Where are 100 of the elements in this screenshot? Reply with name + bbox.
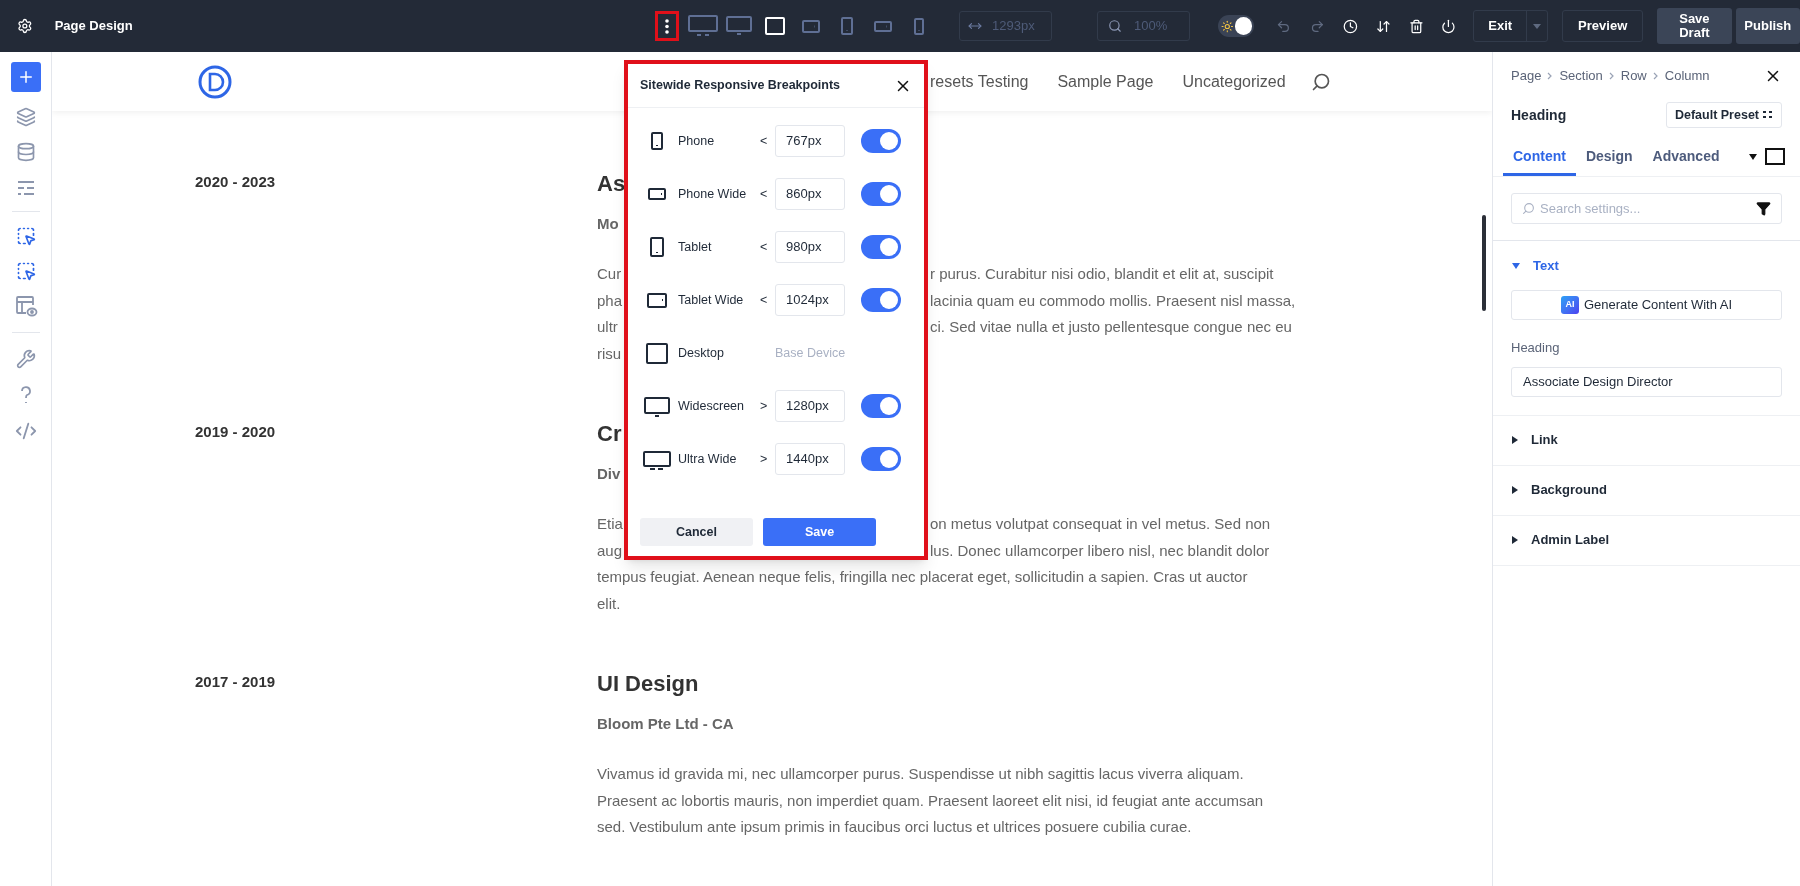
section-header[interactable]: Link bbox=[1511, 415, 1558, 465]
company-name: Mo bbox=[597, 214, 619, 234]
settings-icon[interactable] bbox=[17, 17, 33, 35]
toggle-switch[interactable] bbox=[861, 235, 901, 259]
code-icon[interactable] bbox=[14, 420, 37, 442]
section-header[interactable]: Text bbox=[1511, 241, 1559, 290]
add-button[interactable] bbox=[10, 62, 41, 92]
toggle-switch[interactable] bbox=[861, 182, 901, 206]
panel-tab[interactable]: Advanced bbox=[1642, 140, 1730, 176]
caret-down-icon bbox=[1511, 261, 1521, 270]
caret-right-icon bbox=[1511, 435, 1519, 445]
paragraph-fragment: on metus volutpat consequat in vel metus. Sed non bbox=[930, 514, 1271, 534]
comparison-sign: < bbox=[760, 291, 769, 309]
toggle-switch[interactable] bbox=[861, 394, 901, 418]
preview-button[interactable]: Preview bbox=[1562, 10, 1644, 42]
search-icon bbox=[1107, 19, 1122, 33]
help-icon[interactable] bbox=[18, 385, 33, 405]
device-icon bbox=[841, 17, 853, 35]
comparison-sign: > bbox=[760, 450, 769, 468]
breakpoint-input[interactable]: 980px bbox=[775, 231, 845, 263]
date-range: 2017 - 2019 bbox=[195, 672, 277, 692]
breakpoint-label: Phone bbox=[678, 132, 716, 150]
wrench-icon[interactable] bbox=[15, 349, 36, 369]
preset-dots-icon bbox=[1763, 110, 1773, 120]
page-title: Page Design bbox=[54, 17, 133, 36]
company-name: Bloom Pte Ltd - CA bbox=[597, 714, 734, 734]
device-icon bbox=[726, 16, 752, 36]
trash-icon[interactable] bbox=[1408, 17, 1424, 35]
breadcrumb-link[interactable]: Column bbox=[1664, 66, 1710, 86]
width-value: 1293px bbox=[992, 17, 1035, 36]
chevron-right-icon bbox=[1608, 72, 1615, 80]
section-header[interactable]: Admin Label bbox=[1511, 515, 1609, 565]
filter-icon[interactable] bbox=[1756, 201, 1771, 216]
breakpoint-input[interactable]: 1440px bbox=[775, 443, 845, 475]
more-options-icon bbox=[664, 18, 669, 34]
theme-toggle[interactable] bbox=[1218, 15, 1255, 37]
paragraph-fragment: ultr bbox=[597, 318, 618, 335]
element-name: Heading bbox=[1511, 105, 1567, 125]
generate-ai-button[interactable]: AI Generate Content With AI bbox=[1511, 290, 1782, 320]
paragraph-fragment: Cur bbox=[597, 265, 622, 282]
list-icon[interactable] bbox=[15, 179, 36, 197]
paragraph-fragment: risu bbox=[597, 344, 622, 362]
search-icon[interactable] bbox=[1310, 71, 1331, 92]
save-button[interactable]: Save bbox=[763, 518, 876, 546]
cancel-button[interactable]: Cancel bbox=[640, 518, 753, 546]
search-placeholder: Search settings... bbox=[1540, 199, 1641, 218]
breakpoint-label: Desktop bbox=[678, 344, 725, 362]
toggle-switch[interactable] bbox=[861, 129, 901, 153]
nav-link[interactable]: Uncategorized bbox=[1182, 69, 1286, 94]
breakpoint-input[interactable]: 1024px bbox=[775, 284, 845, 316]
paragraph-fragment: ci. Sed vitae nulla et justo pellentesque congue nec eu bbox=[930, 317, 1292, 337]
laptop-screen-icon bbox=[643, 341, 671, 365]
more-options-button[interactable] bbox=[654, 11, 679, 41]
breakpoint-input[interactable]: 860px bbox=[775, 178, 845, 210]
toggle-switch[interactable] bbox=[861, 288, 901, 312]
nav-link[interactable]: resets Testing bbox=[930, 69, 1029, 94]
power-icon[interactable] bbox=[1441, 17, 1457, 35]
preset-button[interactable]: Default Preset bbox=[1665, 102, 1782, 128]
history-icon[interactable] bbox=[1343, 17, 1358, 35]
layers-icon[interactable] bbox=[15, 107, 36, 127]
monitor-icon bbox=[643, 394, 671, 418]
layout-eye-icon[interactable] bbox=[13, 294, 38, 318]
exit-button[interactable]: Exit bbox=[1474, 11, 1527, 41]
breadcrumb-link[interactable]: Page bbox=[1511, 66, 1542, 86]
paragraph-line: Praesent ac lobortis mauris, non imperdiet quam. Praesent laoreet elit nisi, id feugiat ante accumsan bbox=[597, 790, 1264, 811]
caret-right-icon bbox=[1511, 485, 1519, 495]
panel-tab[interactable]: Content bbox=[1503, 140, 1576, 176]
job-title: Cr bbox=[597, 420, 622, 448]
publish-button[interactable]: Publish bbox=[1735, 8, 1800, 44]
breakpoint-label: Phone Wide bbox=[678, 185, 748, 203]
job-title: As bbox=[597, 170, 626, 198]
select-pointer-icon[interactable] bbox=[15, 261, 36, 281]
section-header[interactable]: Background bbox=[1511, 465, 1607, 515]
database-icon[interactable] bbox=[15, 142, 36, 162]
date-range: 2020 - 2023 bbox=[195, 172, 277, 192]
breadcrumb-link[interactable]: Row bbox=[1620, 66, 1647, 86]
paragraph-fragment: aug bbox=[597, 541, 623, 559]
dialog-title: Sitewide Responsive Breakpoints bbox=[640, 77, 841, 95]
base-device-note: Base Device bbox=[775, 344, 846, 362]
select-pointer-icon[interactable] bbox=[15, 226, 36, 246]
heading-input[interactable]: Associate Design Director bbox=[1511, 366, 1782, 397]
field-label: Heading bbox=[1511, 339, 1561, 357]
job-title: UI Design bbox=[597, 670, 699, 698]
toggle-switch[interactable] bbox=[861, 447, 901, 471]
ai-badge: AI bbox=[1560, 296, 1579, 314]
device-icon bbox=[802, 19, 820, 33]
save-draft-button[interactable]: Save Draft bbox=[1657, 8, 1732, 44]
paragraph-fragment: r purus. Curabitur nisi odio, blandit et elit at, suscipit bbox=[930, 264, 1274, 284]
nav-link[interactable]: Sample Page bbox=[1057, 69, 1154, 94]
company-name: Div bbox=[597, 464, 621, 484]
breakpoint-input[interactable]: 1280px bbox=[775, 390, 845, 422]
laptop-screen-icon[interactable] bbox=[1764, 148, 1786, 166]
comparison-sign: > bbox=[760, 397, 769, 415]
panel-tab[interactable]: Design bbox=[1575, 140, 1643, 176]
caret-down-icon[interactable] bbox=[1748, 153, 1758, 161]
breakpoint-input[interactable]: 767px bbox=[775, 125, 845, 157]
comparison-sign: < bbox=[760, 238, 769, 256]
logo-icon[interactable] bbox=[198, 64, 232, 99]
device-icon bbox=[688, 15, 718, 37]
breadcrumb-link[interactable]: Section bbox=[1559, 66, 1603, 86]
